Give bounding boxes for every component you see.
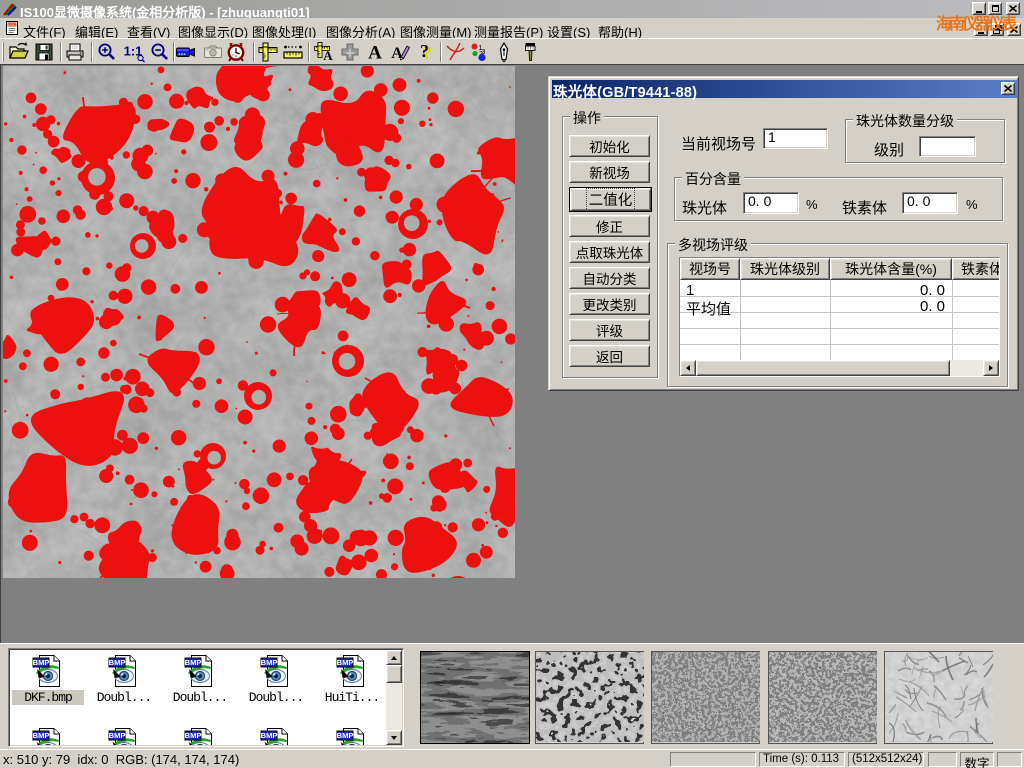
svg-text:BMP: BMP (337, 731, 354, 740)
svg-text:BMP: BMP (337, 658, 354, 667)
svg-text:BMP: BMP (33, 658, 50, 667)
svg-text:A: A (323, 48, 333, 63)
svg-text:1:1: 1:1 (124, 44, 143, 59)
svg-text:BMP: BMP (33, 731, 50, 740)
svg-text:BMP: BMP (109, 658, 126, 667)
svg-text:BMP: BMP (109, 731, 126, 740)
svg-text:BMP: BMP (185, 658, 202, 667)
svg-text:DOC: DOC (8, 23, 16, 27)
svg-text:BMP: BMP (261, 731, 278, 740)
svg-text:BMP: BMP (185, 731, 202, 740)
svg-text:A: A (368, 43, 382, 64)
svg-text:BMP: BMP (261, 658, 278, 667)
svg-text:?: ? (420, 41, 429, 61)
